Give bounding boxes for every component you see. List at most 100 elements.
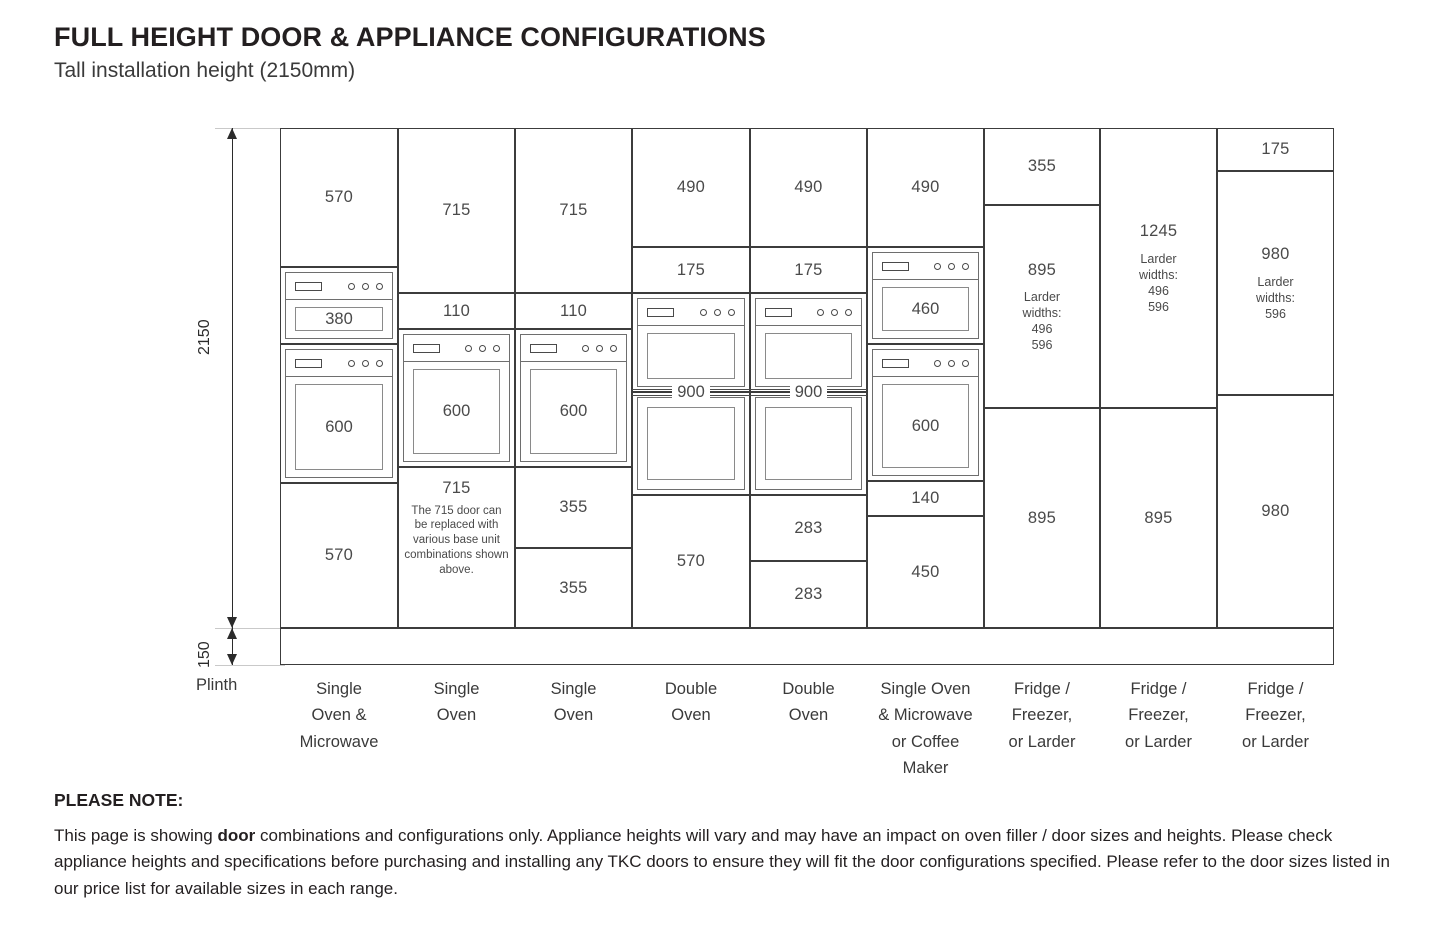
appliance-size-label: 460 (882, 287, 969, 331)
knobs-group (817, 308, 852, 316)
column-single-oven-2: 715 110 600 715 The 715 door can be repl (398, 128, 515, 628)
appliance-microwave: 380 (280, 267, 398, 344)
double-oven-dimension-leader: 900 (750, 384, 867, 401)
larder-widths-note: Larder widths: 596 (1256, 274, 1295, 321)
column-fridge-freezer-larder-7: 355 895 Larder widths: 496 596 895 (984, 128, 1100, 628)
knob-icon (700, 308, 707, 316)
appliance-double-oven-bottom (632, 392, 750, 495)
column-single-oven-microwave-coffee: 490 460 600 140 450 (867, 128, 984, 628)
door-panel: 355 (984, 128, 1100, 205)
appliance-control-panel (404, 335, 509, 362)
appliance-microwave: 460 (867, 247, 984, 344)
door-panel: 895 (1100, 408, 1217, 628)
note-heading: PLEASE NOTE: (54, 790, 184, 810)
column-label-single-oven-3: Single Oven (550, 680, 597, 725)
dimension-arrow-plinth-bottom (227, 654, 237, 665)
door-panel: 570 (632, 495, 750, 628)
extension-line-top (215, 128, 285, 129)
door-replacement-note: The 715 door can be replaced with variou… (404, 504, 509, 576)
door-panel: 715 (398, 128, 515, 293)
door-panel: 140 (867, 481, 984, 516)
leader-line-left (750, 388, 790, 396)
door-panel: 110 (398, 293, 515, 329)
knobs-group (582, 344, 617, 352)
column-label-single-oven-microwave-coffee: Single Oven & Microwave or Coffee Maker (878, 680, 973, 778)
knob-icon (845, 308, 852, 316)
oven-window (647, 407, 735, 480)
oven-window (765, 407, 852, 480)
door-panel: 715 (515, 128, 632, 293)
knobs-group (348, 282, 383, 290)
appliance-size-label: 380 (295, 307, 383, 331)
door-panel: 175 (632, 247, 750, 293)
knob-icon (376, 359, 383, 367)
oven-window (765, 333, 852, 379)
appliance-control-panel (638, 299, 744, 326)
display-icon (882, 358, 909, 368)
appliance-oven: 600 (280, 344, 398, 483)
double-oven-size-label: 900 (672, 384, 710, 401)
door-panel: 895 (984, 408, 1100, 628)
column-single-oven-microwave: 570 380 600 570 (280, 128, 398, 628)
knob-icon (479, 344, 486, 352)
door-panel: 450 (867, 516, 984, 628)
column-label-single-oven-2: Single Oven (433, 680, 480, 725)
appliance-control-panel (286, 273, 392, 300)
door-panel: 980 (1217, 395, 1334, 628)
display-icon (295, 358, 322, 368)
knob-icon (934, 262, 941, 270)
oven-window (647, 333, 735, 379)
knob-icon (465, 344, 472, 352)
door-panel: 490 (867, 128, 984, 247)
appliance-control-panel (873, 253, 978, 280)
extension-line-mid (215, 628, 285, 629)
note-text-part1: This page is showing (54, 826, 218, 845)
larder-widths-note: Larder widths: 496 596 (1022, 290, 1062, 353)
plinth-strip (280, 628, 1334, 665)
knob-icon (948, 262, 955, 270)
column-label-fridge-freezer-larder-8: Fridge / Freezer, or Larder (1125, 680, 1192, 751)
appliance-control-panel (521, 335, 626, 362)
display-icon (647, 307, 674, 317)
knob-icon (962, 262, 969, 270)
column-double-oven-4: 490 175 900 570 (632, 128, 750, 628)
knob-icon (934, 359, 941, 367)
appliance-size-label: 600 (413, 369, 500, 454)
door-panel: 110 (515, 293, 632, 329)
knobs-group (934, 359, 969, 367)
door-panel: 1245 Larder widths: 496 596 (1100, 128, 1217, 408)
note-text-emphasis: door (217, 826, 256, 845)
note-text-part2: combinations and configurations only. Ap… (54, 826, 1390, 898)
appliance-size-label: 600 (295, 384, 383, 470)
column-fridge-freezer-larder-8: 1245 Larder widths: 496 596 895 (1100, 128, 1217, 628)
knob-icon (962, 359, 969, 367)
knob-icon (728, 308, 735, 316)
double-oven-dimension-leader: 900 (632, 384, 750, 401)
leader-line-left (632, 388, 673, 396)
knob-icon (831, 308, 838, 316)
appliance-size-label: 600 (530, 369, 617, 454)
leader-line-right (827, 388, 867, 396)
dimension-arrow-top (227, 128, 237, 139)
display-icon (765, 307, 792, 317)
knob-icon (348, 359, 355, 367)
door-panel-with-note: 715 The 715 door can be replaced with va… (398, 467, 515, 628)
knob-icon (582, 344, 589, 352)
plinth-label: Plinth (196, 676, 238, 694)
door-panel: 283 (750, 495, 867, 561)
extension-line-bottom (215, 665, 285, 666)
dimension-label-total-height: 2150 (196, 319, 213, 355)
knob-icon (714, 308, 721, 316)
configuration-diagram: 2150 150 Plinth 570 380 600 570 715 110 … (0, 0, 1445, 790)
column-label-double-oven-4: Double Oven (664, 680, 718, 725)
knobs-group (465, 344, 500, 352)
knob-icon (948, 359, 955, 367)
appliance-control-panel (873, 350, 978, 377)
knob-icon (493, 344, 500, 352)
appliance-control-panel (756, 299, 861, 326)
dimension-arrow-plinth-top (227, 628, 237, 639)
appliance-double-oven-top (632, 293, 750, 392)
larder-widths-note: Larder widths: 496 596 (1139, 251, 1178, 314)
leader-line-right (709, 388, 750, 396)
door-panel: 490 (632, 128, 750, 247)
